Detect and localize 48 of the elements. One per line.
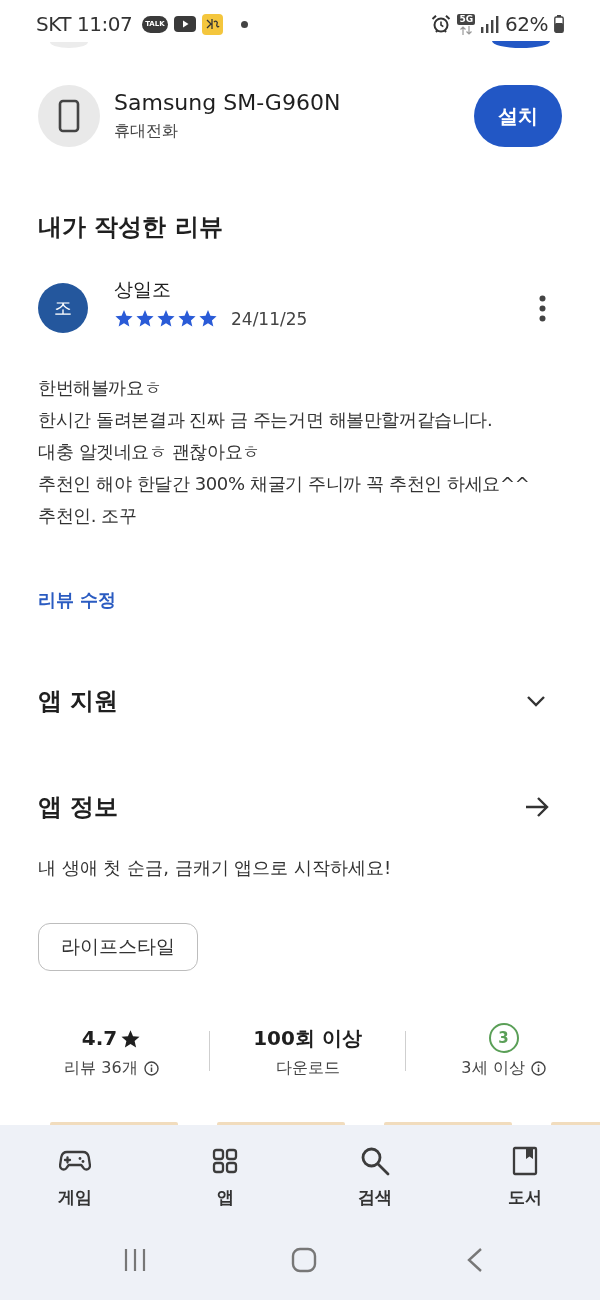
stat-value: 100회 이상 (253, 1024, 362, 1052)
nav-tab[interactable]: 게임 (50, 1143, 100, 1210)
arrow-right-icon[interactable] (524, 796, 550, 818)
category-chip[interactable]: 라이프스타일 (38, 923, 198, 971)
more-icon[interactable] (539, 294, 546, 322)
review-text: 한번해볼까요ㅎ 한시간 돌려본결과 진짜 금 주는거면 해볼만할꺼같습니다. 대충 알겟네요ㅎ 괜찮아요ㅎ 추천인 해야 한달간 300% 채굴기 주니까 꼭 추천인 하세요^^ 추천인. 조꾸 (38, 376, 530, 528)
reviewer-name: 상일조 (114, 277, 171, 301)
search-icon (360, 1146, 390, 1176)
stat-label: 리뷰 36개 (64, 1058, 138, 1079)
battery-percent: 62% (505, 12, 548, 36)
battery-icon (554, 15, 564, 33)
nav-tab[interactable]: 도서 (500, 1143, 550, 1210)
device-name: Samsung SM-G960N (114, 90, 341, 115)
signal-icon (481, 15, 500, 33)
data-arrows-icon (459, 25, 474, 35)
recent-apps-icon[interactable] (123, 1248, 147, 1272)
section-heading: 앱 정보 (38, 792, 119, 823)
home-icon[interactable] (291, 1247, 317, 1273)
section-heading: 앱 지원 (38, 686, 119, 717)
avatar: 조 (38, 283, 88, 333)
stat-label: 3세 이상 (461, 1058, 525, 1079)
age-rating-badge: 3 (488, 1023, 519, 1053)
alarm-icon (431, 14, 452, 34)
info-icon[interactable] (143, 1061, 159, 1076)
app-description: 내 생애 첫 순금, 금캐기 앱으로 시작하세요! (38, 856, 392, 880)
clock-time: 11:07 (77, 12, 133, 36)
grid-icon (212, 1148, 238, 1174)
section-heading: 내가 작성한 리뷰 (38, 212, 223, 243)
nav-tab[interactable]: 앱 (204, 1143, 246, 1210)
install-button[interactable]: 설치 (474, 85, 562, 147)
play-icon (173, 16, 196, 32)
gamepad-icon (59, 1149, 91, 1173)
nav-tab[interactable]: 검색 (350, 1143, 400, 1210)
edit-review-link[interactable]: 리뷰 수정 (38, 588, 117, 612)
network-badge: 5G (457, 13, 476, 25)
back-icon[interactable] (467, 1247, 483, 1273)
star-icon (120, 1027, 142, 1049)
device-type: 휴대전화 (114, 121, 178, 142)
review-date: 24/11/25 (231, 309, 308, 329)
cut-off-button[interactable] (492, 41, 550, 48)
stat-label: 다운로드 (275, 1058, 340, 1079)
info-icon[interactable] (530, 1061, 546, 1076)
dot-icon (240, 20, 248, 28)
stat-value: 4.7 (81, 1026, 118, 1050)
carrier-name: SKT (36, 12, 71, 36)
book-icon (512, 1146, 538, 1176)
app-icon (201, 13, 223, 35)
chevron-down-icon[interactable] (526, 695, 546, 707)
